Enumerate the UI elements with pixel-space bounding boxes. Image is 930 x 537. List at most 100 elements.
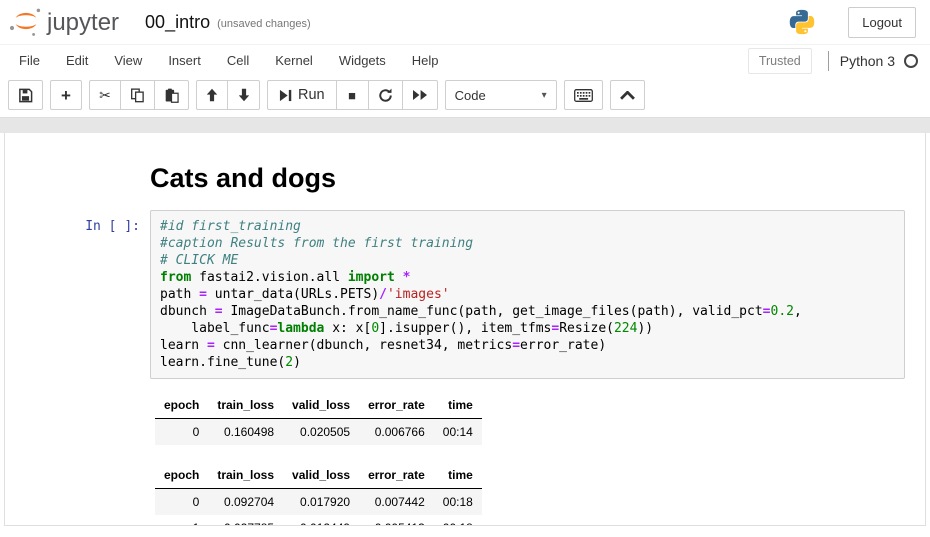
paste-cell-button[interactable] xyxy=(155,80,189,110)
training-results-table-1: epochtrain_lossvalid_losserror_ratetime0… xyxy=(155,392,482,445)
input-prompt: In [ ]: xyxy=(5,210,150,526)
table-row: 10.0277850.0124490.00541300:18 xyxy=(155,515,482,526)
python-kernel-icon xyxy=(788,8,816,36)
code-line: dbunch = ImageDataBunch.from_name_func(p… xyxy=(160,303,895,320)
arrow-up-icon xyxy=(206,88,218,102)
cut-cell-button[interactable]: ✂ xyxy=(89,80,121,110)
toolbar-notebook-divider xyxy=(0,117,930,133)
menu-item-view[interactable]: View xyxy=(101,45,155,76)
save-button[interactable] xyxy=(8,80,43,110)
chevron-up-icon xyxy=(620,91,635,100)
plus-icon: + xyxy=(61,87,71,104)
markdown-cell[interactable]: Cats and dogs xyxy=(5,159,925,210)
move-cell-down-button[interactable] xyxy=(228,80,260,110)
menu-item-edit[interactable]: Edit xyxy=(53,45,101,76)
table-header-row: epochtrain_lossvalid_losserror_ratetime xyxy=(155,392,482,419)
keyboard-icon xyxy=(574,89,593,102)
table-cell: 0.012449 xyxy=(283,515,359,526)
trusted-badge[interactable]: Trusted xyxy=(748,48,812,74)
table-cell: 00:18 xyxy=(434,489,482,516)
code-cell[interactable]: In [ ]: #id first_training#caption Resul… xyxy=(5,210,925,526)
cut-icon: ✂ xyxy=(99,88,111,102)
copy-cell-button[interactable] xyxy=(121,80,155,110)
run-cell-button[interactable]: Run xyxy=(267,80,337,110)
table-header-cell: epoch xyxy=(155,392,208,419)
table-header-cell: time xyxy=(434,392,482,419)
section-heading: Cats and dogs xyxy=(150,163,905,194)
code-line: learn.fine_tune(2) xyxy=(160,354,895,371)
table-cell: 00:14 xyxy=(434,419,482,446)
add-cell-button[interactable]: + xyxy=(50,80,82,110)
jupyter-logo-icon xyxy=(8,6,44,38)
code-editor[interactable]: #id first_training#caption Results from … xyxy=(150,210,905,379)
table-cell: 0.005413 xyxy=(359,515,434,526)
kernel-name: Python 3 xyxy=(840,53,895,69)
chevron-down-icon: ▾ xyxy=(542,90,547,101)
table-header-cell: valid_loss xyxy=(283,462,359,489)
code-line: label_func=lambda x: x[0].isupper(), ite… xyxy=(160,320,895,337)
training-results-table-2: epochtrain_lossvalid_losserror_ratetime0… xyxy=(155,462,482,526)
move-cell-up-button[interactable] xyxy=(196,80,228,110)
fast-forward-icon xyxy=(412,89,428,101)
jupyter-logo[interactable]: jupyter xyxy=(8,6,119,38)
menu-item-file[interactable]: File xyxy=(6,45,53,76)
table-cell: 0 xyxy=(155,489,208,516)
run-icon xyxy=(279,89,292,102)
markdown-cell-prompt xyxy=(5,159,150,210)
code-line: #caption Results from the first training xyxy=(160,235,895,252)
table-cell: 0.020505 xyxy=(283,419,359,446)
table-header-cell: error_rate xyxy=(359,462,434,489)
kernel-idle-icon xyxy=(904,54,918,68)
run-button-label: Run xyxy=(298,87,325,103)
cell-type-dropdown[interactable]: Code ▾ xyxy=(445,80,557,110)
code-line: learn = cnn_learner(dbunch, resnet34, me… xyxy=(160,337,895,354)
stop-icon: ■ xyxy=(348,89,356,102)
code-lines: #id first_training#caption Results from … xyxy=(160,218,895,371)
table-header-cell: time xyxy=(434,462,482,489)
restart-icon xyxy=(378,88,393,103)
table-header-cell: train_loss xyxy=(208,392,283,419)
save-icon xyxy=(18,88,33,103)
menu-item-insert[interactable]: Insert xyxy=(155,45,214,76)
restart-kernel-button[interactable] xyxy=(369,80,403,110)
table-cell: 0.007442 xyxy=(359,489,434,516)
table-cell: 0.092704 xyxy=(208,489,283,516)
cell-type-value: Code xyxy=(455,88,486,103)
notebook-title[interactable]: 00_intro xyxy=(145,12,210,33)
notebook-container: Cats and dogs In [ ]: #id first_training… xyxy=(4,133,926,526)
restart-run-all-button[interactable] xyxy=(403,80,438,110)
code-line: #id first_training xyxy=(160,218,895,235)
menu-item-kernel[interactable]: Kernel xyxy=(262,45,326,76)
menu-item-help[interactable]: Help xyxy=(399,45,452,76)
menu-item-cell[interactable]: Cell xyxy=(214,45,262,76)
interrupt-kernel-button[interactable]: ■ xyxy=(337,80,369,110)
table-cell: 0.027785 xyxy=(208,515,283,526)
scratchpad-toggle-button[interactable] xyxy=(610,80,645,110)
table-cell: 0 xyxy=(155,419,208,446)
command-palette-button[interactable] xyxy=(564,80,603,110)
table-header-cell: epoch xyxy=(155,462,208,489)
table-row: 00.1604980.0205050.00676600:14 xyxy=(155,419,482,446)
logout-button[interactable]: Logout xyxy=(848,7,916,38)
table-cell: 1 xyxy=(155,515,208,526)
notebook-header: jupyter 00_intro (unsaved changes) Logou… xyxy=(0,0,930,44)
table-cell: 0.017920 xyxy=(283,489,359,516)
table-header-row: epochtrain_lossvalid_losserror_ratetime xyxy=(155,462,482,489)
menubar: File Edit View Insert Cell Kernel Widget… xyxy=(0,44,930,76)
toolbar: + ✂ xyxy=(0,76,930,117)
table-cell: 00:18 xyxy=(434,515,482,526)
save-status: (unsaved changes) xyxy=(217,14,311,30)
menu-item-widgets[interactable]: Widgets xyxy=(326,45,399,76)
code-line: from fastai2.vision.all import * xyxy=(160,269,895,286)
jupyter-wordmark: jupyter xyxy=(47,8,119,38)
table-header-cell: valid_loss xyxy=(283,392,359,419)
kernel-divider xyxy=(828,51,829,71)
table-row: 00.0927040.0179200.00744200:18 xyxy=(155,489,482,516)
copy-icon xyxy=(130,88,145,103)
table-cell: 0.006766 xyxy=(359,419,434,446)
table-header-cell: error_rate xyxy=(359,392,434,419)
output-area: epochtrain_lossvalid_losserror_ratetime0… xyxy=(150,379,905,526)
paste-icon xyxy=(164,88,179,103)
arrow-down-icon xyxy=(238,88,250,102)
code-line: path = untar_data(URLs.PETS)/'images' xyxy=(160,286,895,303)
